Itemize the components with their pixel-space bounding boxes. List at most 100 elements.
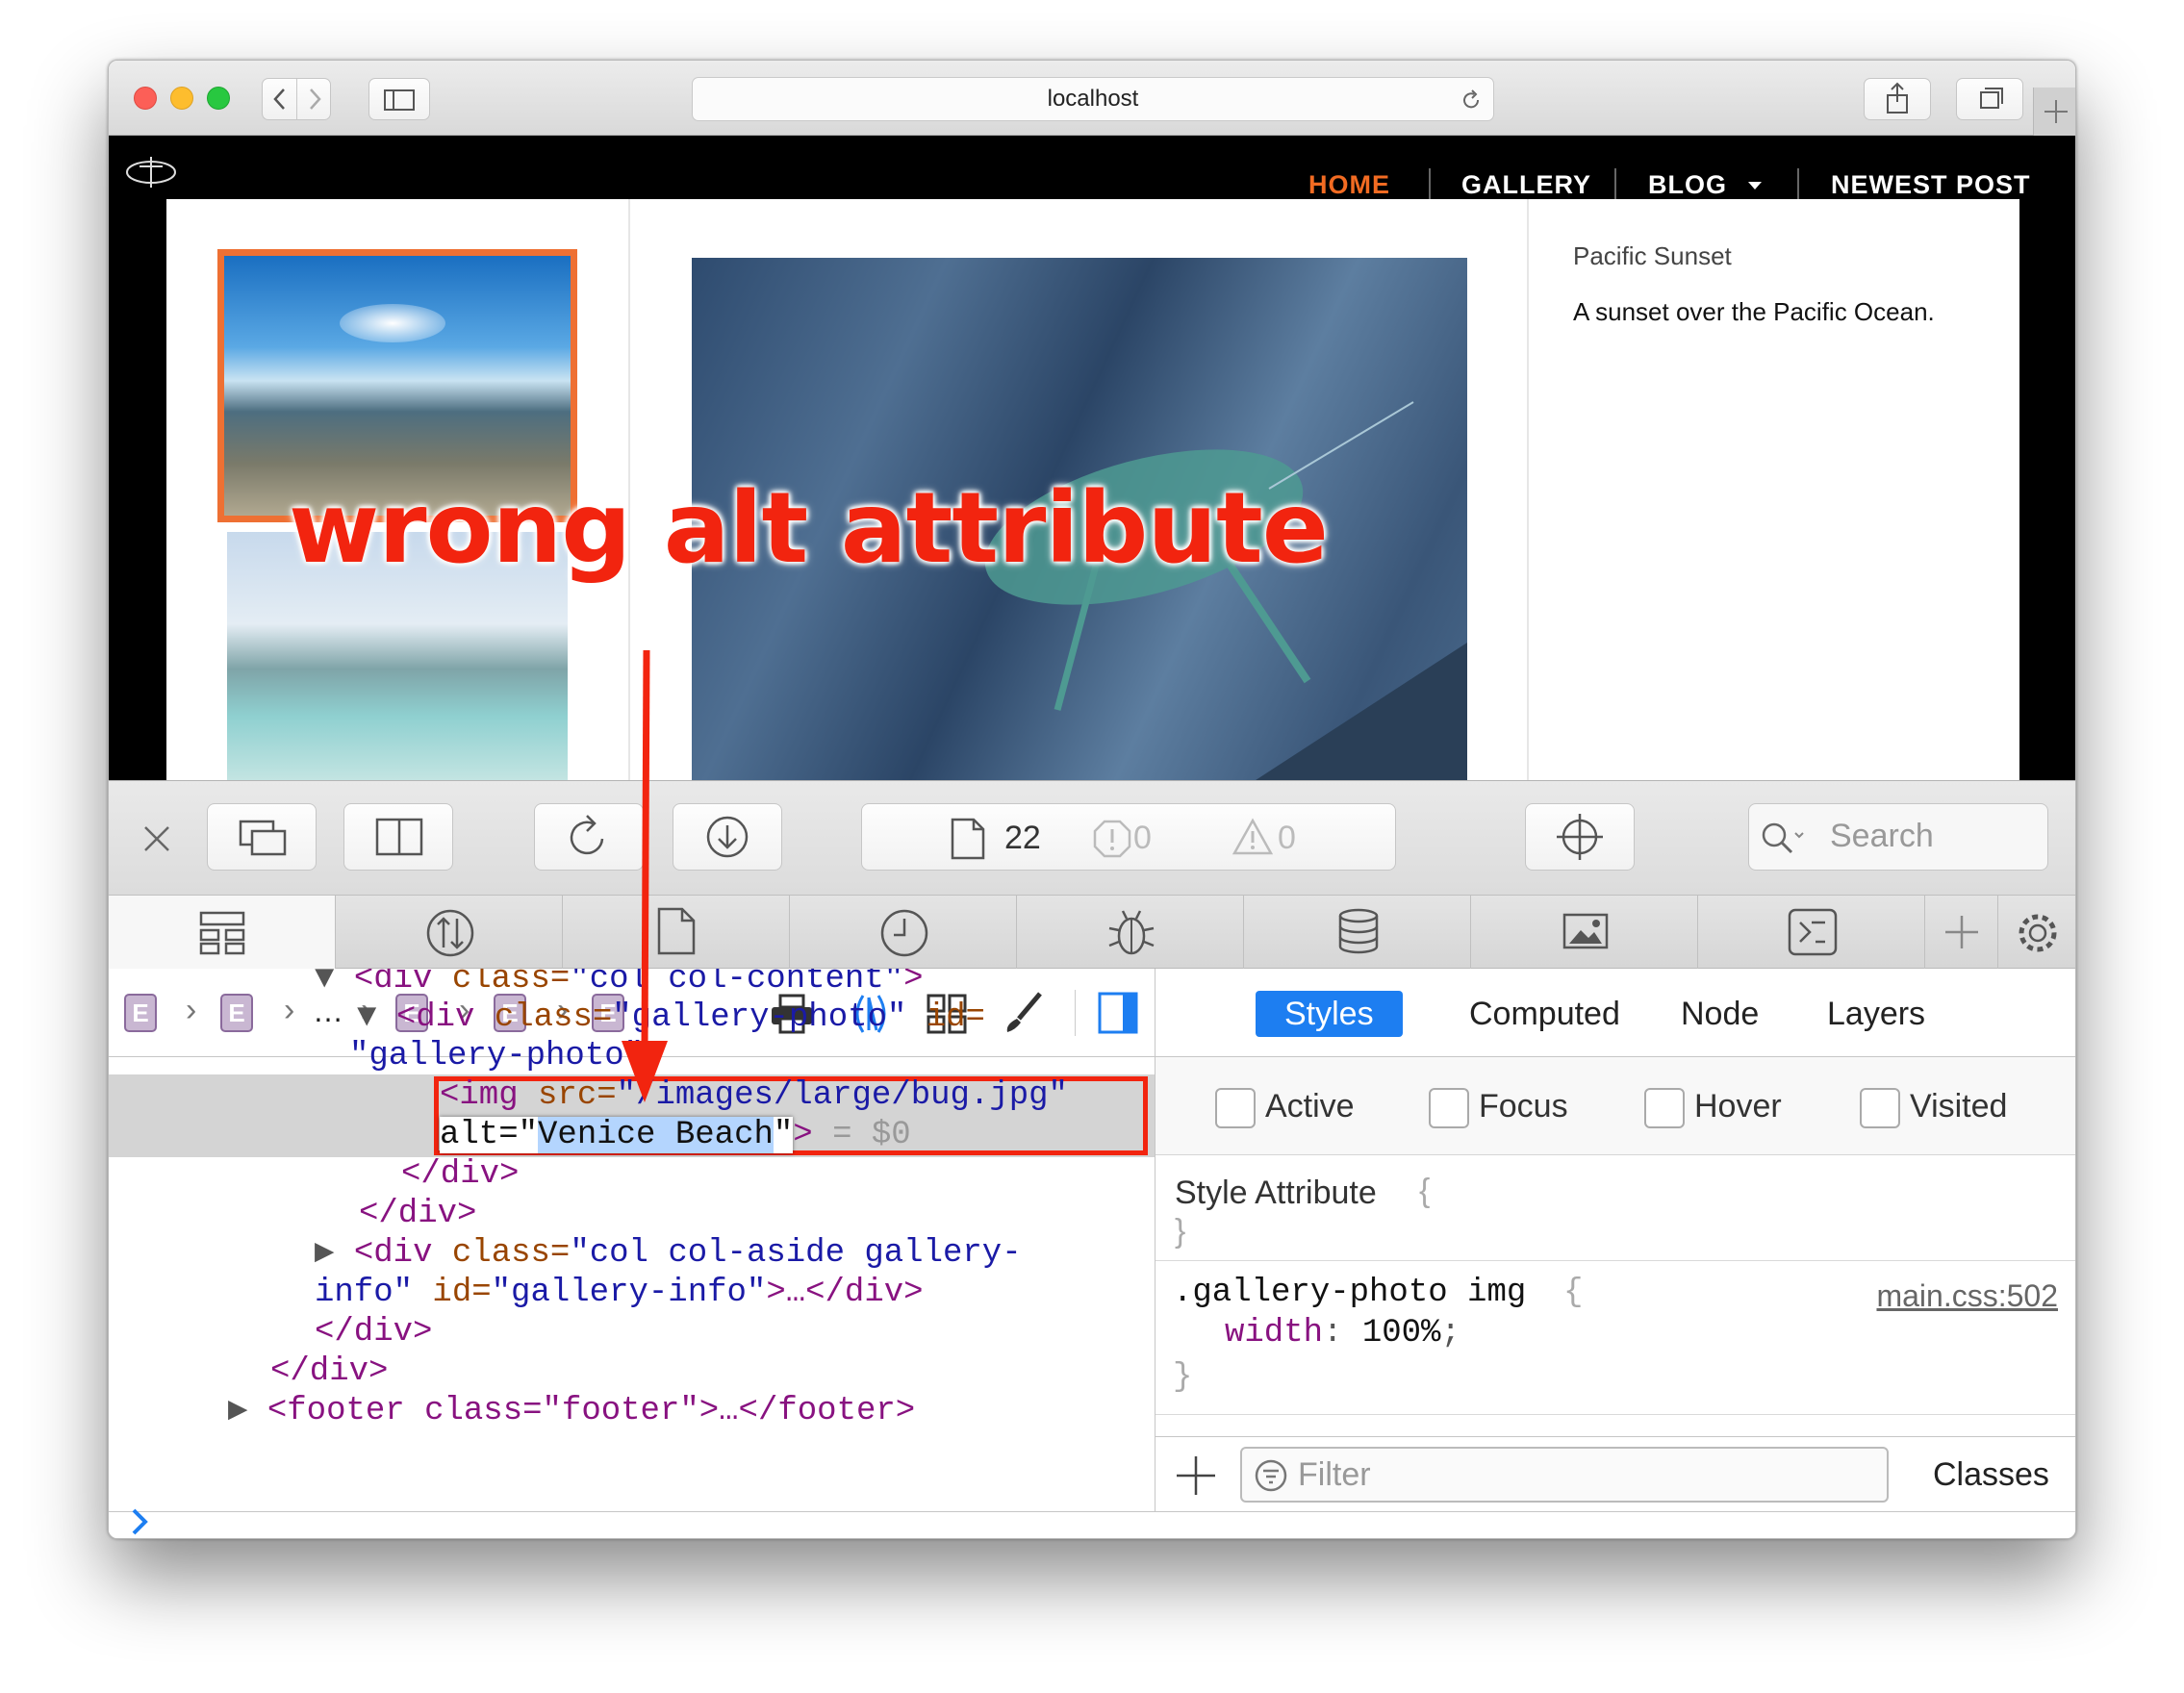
filter-input[interactable]: Filter <box>1240 1447 1889 1503</box>
tab-timelines[interactable] <box>790 896 1017 969</box>
address-bar[interactable]: localhost <box>692 77 1494 121</box>
details-sidebar-icon[interactable] <box>1096 990 1140 1036</box>
close-icon[interactable] <box>141 823 172 854</box>
classes-button[interactable]: Classes <box>1933 1456 2049 1494</box>
pseudo-focus-checkbox[interactable]: Focus <box>1429 1084 1568 1128</box>
tab-network[interactable] <box>336 896 563 969</box>
activity-viewer[interactable]: 22 0 0 <box>861 803 1396 871</box>
resource-count: 22 <box>1004 820 1041 856</box>
bug-icon <box>1108 910 1155 955</box>
tab-resources[interactable] <box>563 896 790 969</box>
inspect-element-button[interactable] <box>1525 803 1635 871</box>
minimize-window-button[interactable] <box>170 87 193 110</box>
site-logo[interactable] <box>124 155 178 190</box>
tab-storage[interactable] <box>1244 896 1471 969</box>
css-rule[interactable]: .gallery-photo img { main.css:502 width:… <box>1155 1261 2075 1415</box>
browser-window: localhost HOME GALLERY BLOG NEWEST POST … <box>108 60 2076 1539</box>
settings-button[interactable] <box>1998 896 2075 969</box>
pseudo-visited-checkbox[interactable]: Visited <box>1860 1084 2007 1128</box>
tab-console[interactable] <box>1698 896 1925 969</box>
tab-styles[interactable]: Styles <box>1256 991 1403 1037</box>
dom-line[interactable]: </div> <box>270 1352 388 1392</box>
network-icon <box>426 909 474 957</box>
pseudo-active-checkbox[interactable]: Active <box>1215 1084 1355 1128</box>
dom-line[interactable]: </div> <box>401 1154 519 1195</box>
brace-close: } <box>1175 1213 1186 1250</box>
database-icon <box>1338 908 1379 954</box>
inspector-toolbar: 22 0 0 Search <box>109 780 2075 896</box>
dom-line[interactable]: </div> <box>359 1194 476 1234</box>
tab-elements[interactable] <box>109 896 336 969</box>
annotation-arrow <box>622 650 668 1102</box>
checkbox[interactable] <box>1429 1088 1469 1128</box>
new-tab-button[interactable] <box>2033 88 2075 136</box>
console-prompt[interactable] <box>109 1508 2075 1538</box>
disclosure-triangle-expanded-icon[interactable]: ▼ <box>315 969 354 998</box>
breadcrumb-item[interactable]: E <box>124 994 157 1032</box>
nav-home[interactable]: HOME <box>1308 170 1390 200</box>
sidebar-tabs: Styles Computed Node Layers <box>1155 969 2075 1057</box>
css-declaration[interactable]: width: 100%; <box>1225 1313 1460 1353</box>
dom-line[interactable]: ▶ <footer class="footer">…</footer> <box>228 1391 915 1431</box>
disclosure-triangle-collapsed-icon[interactable]: ▶ <box>315 1235 354 1272</box>
tab-debugger[interactable] <box>1017 896 1244 969</box>
tab-layers[interactable] <box>1471 896 1698 969</box>
nav-gallery[interactable]: GALLERY <box>1461 170 1591 200</box>
checkbox[interactable] <box>1215 1088 1256 1128</box>
paintbrush-icon[interactable] <box>1002 990 1046 1036</box>
tabs-overview-button[interactable] <box>1956 78 2023 120</box>
split-view-icon <box>375 818 423 856</box>
rule-source-link[interactable]: main.css:502 <box>1876 1278 2058 1314</box>
annotation-label: wrong alt attribute <box>289 471 1329 586</box>
add-tab-button[interactable] <box>1925 896 1998 969</box>
search-field[interactable]: Search <box>1748 803 2048 871</box>
back-button[interactable] <box>263 79 297 119</box>
zoom-window-button[interactable] <box>207 87 230 110</box>
sidebar-toggle-button[interactable] <box>368 78 430 120</box>
dom-line-selected[interactable]: alt="Venice Beach"> = $0 <box>440 1115 911 1155</box>
tab-computed[interactable]: Computed <box>1440 991 1649 1037</box>
inspector-tab-bar <box>109 896 2075 969</box>
dom-line[interactable]: </div> <box>315 1312 432 1352</box>
detach-button[interactable] <box>207 803 317 871</box>
dom-line[interactable]: ▶ <div class="col col-aside gallery- <box>315 1233 1022 1274</box>
attribute-editor[interactable]: alt="Venice Beach" <box>440 1117 794 1153</box>
crosshair-icon <box>1557 814 1603 860</box>
plus-icon[interactable] <box>1175 1454 1217 1497</box>
forward-button[interactable] <box>297 79 332 119</box>
window-undock-icon <box>239 820 287 856</box>
dom-line-selected[interactable]: <img src="/images/large/bug.jpg" <box>440 1075 1068 1116</box>
checkbox[interactable] <box>1860 1088 1900 1128</box>
plus-icon <box>1945 916 1978 948</box>
reload-icon[interactable] <box>1459 88 1484 113</box>
nav-divider <box>1614 168 1616 203</box>
nav-divider <box>1429 168 1431 203</box>
brace-open: { <box>1419 1173 1431 1209</box>
web-page: HOME GALLERY BLOG NEWEST POST Pacific Su… <box>109 136 2075 780</box>
share-button[interactable] <box>1864 78 1931 120</box>
selected-alt-text[interactable]: Venice Beach <box>538 1117 774 1153</box>
disclosure-triangle-expanded-icon[interactable]: ▼ <box>357 999 396 1036</box>
breadcrumb-item[interactable]: E <box>220 994 253 1032</box>
checkbox[interactable] <box>1644 1088 1685 1128</box>
download-archive-button[interactable] <box>673 803 782 871</box>
tab-layers[interactable]: Layers <box>1798 991 1954 1037</box>
style-attribute-label: Style Attribute <box>1175 1175 1377 1211</box>
style-attribute-rule[interactable]: Style Attribute { } <box>1155 1155 2075 1261</box>
dock-side-button[interactable] <box>343 803 453 871</box>
tab-node[interactable]: Node <box>1652 991 1788 1037</box>
brace-open: { <box>1563 1275 1584 1311</box>
pseudo-hover-checkbox[interactable]: Hover <box>1644 1084 1782 1128</box>
search-icon <box>1762 822 1804 854</box>
styles-filter-bar: Filter Classes <box>1155 1436 2075 1511</box>
image-icon <box>1562 913 1609 949</box>
gear-icon <box>2019 914 2057 952</box>
dom-line[interactable]: info" id="gallery-info">…</div> <box>315 1273 924 1313</box>
web-inspector: 22 0 0 Search E › E › … › E › E › E ▼ <d… <box>109 780 2075 1538</box>
disclosure-triangle-collapsed-icon[interactable]: ▶ <box>228 1393 267 1429</box>
close-window-button[interactable] <box>134 87 157 110</box>
column-divider <box>1527 199 1529 780</box>
nav-blog[interactable]: BLOG <box>1648 170 1727 200</box>
nav-newest-post[interactable]: NEWEST POST <box>1831 170 2031 200</box>
url-text: localhost <box>1047 86 1139 112</box>
